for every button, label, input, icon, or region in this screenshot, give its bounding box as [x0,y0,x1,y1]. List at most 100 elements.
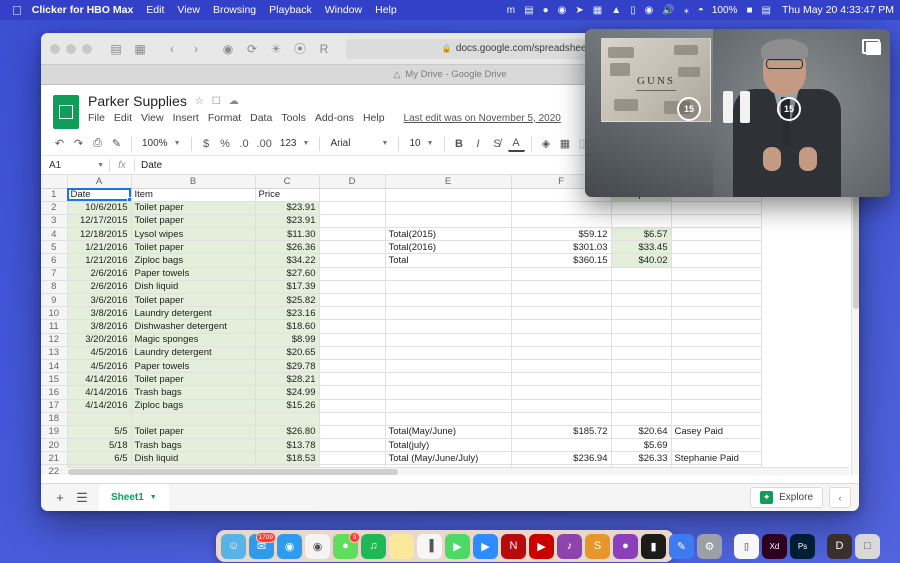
cell-F6[interactable]: $360.15 [511,254,611,267]
cell-E10[interactable] [385,307,511,320]
cell-D20[interactable] [319,439,385,452]
row-header[interactable]: 7 [41,267,67,280]
cell-E15[interactable] [385,373,511,386]
cell-A17[interactable]: 4/14/2016 [67,399,131,412]
cell-C13[interactable]: $20.65 [255,346,319,359]
cell-A13[interactable]: 4/5/2016 [67,346,131,359]
dock-item-trash[interactable]: □ [855,534,880,559]
cell-E19[interactable]: Total(May/June) [385,425,511,438]
cell-A19[interactable]: 5/5 [67,425,131,438]
cell-B3[interactable]: Toilet paper [131,214,255,227]
cell-C7[interactable]: $27.60 [255,267,319,280]
cell-A11[interactable]: 3/8/2016 [67,320,131,333]
cell-E12[interactable] [385,333,511,346]
table-row[interactable]: 210/6/2015Toilet paper$23.91 [41,201,761,214]
forward-icon[interactable]: › [186,40,206,58]
row-header[interactable]: 5 [41,241,67,254]
table-row[interactable]: 412/18/2015Lysol wipes$11.30Total(2015)$… [41,228,761,241]
table-row[interactable]: 134/5/2016Laundry detergent$20.65 [41,346,761,359]
table-row[interactable]: 174/14/2016Ziploc bags$15.26 [41,399,761,412]
bold-icon[interactable]: B [451,135,468,152]
sheets-menu-addons[interactable]: Add-ons [315,112,354,124]
row-header[interactable]: 13 [41,346,67,359]
row-header[interactable]: 15 [41,373,67,386]
cell-F15[interactable] [511,373,611,386]
explore-button[interactable]: ✦ Explore [750,487,823,508]
formula-input[interactable]: Date [135,160,162,171]
skip-back-15-button[interactable]: 15 [677,97,701,121]
table-row[interactable]: 61/21/2016Ziploc bags$34.22Total$360.15$… [41,254,761,267]
cell-H10[interactable] [671,307,761,320]
cell-H2[interactable] [671,201,761,214]
cell-B19[interactable]: Toilet paper [131,425,255,438]
cell-H7[interactable] [671,267,761,280]
cell-G20[interactable]: $5.69 [611,439,671,452]
table-row[interactable]: 123/20/2016Magic sponges$8.99 [41,333,761,346]
table-row[interactable]: 195/5Toilet paper$26.80Total(May/June)$1… [41,425,761,438]
cell-B8[interactable]: Dish liquid [131,280,255,293]
cell-A20[interactable]: 5/18 [67,439,131,452]
cell-F4[interactable]: $59.12 [511,228,611,241]
display-icon[interactable]: ▯ [630,5,636,16]
sheets-menu-insert[interactable]: Insert [173,112,199,124]
print-icon[interactable]: ⎙ [89,135,106,152]
star-icon[interactable]: ☆ [195,96,204,107]
currency-icon[interactable]: $ [198,135,215,152]
cell-A6[interactable]: 1/21/2016 [67,254,131,267]
cell-B21[interactable]: Dish liquid [131,452,255,465]
fill-color-icon[interactable]: ◈ [538,135,555,152]
table-row[interactable]: 82/6/2016Dish liquid$17.39 [41,280,761,293]
horizontal-scrollbar-thumb[interactable] [68,469,398,475]
time-machine-icon[interactable]: ◉ [645,5,654,16]
cell-G18[interactable] [611,412,671,425]
horizontal-scrollbar[interactable] [67,467,849,475]
reload-icon[interactable]: ⟳ [242,40,262,58]
cell-H8[interactable] [671,280,761,293]
cell-F11[interactable] [511,320,611,333]
vertical-scrollbar-thumb[interactable] [853,189,859,309]
cell-C19[interactable]: $26.80 [255,425,319,438]
cell-E2[interactable] [385,201,511,214]
row-header[interactable]: 22 [41,465,67,475]
column-header-e[interactable]: E [385,175,511,188]
clock-dial-icon[interactable]: ◉ [558,5,567,16]
last-edit-label[interactable]: Last edit was on November 5, 2020 [404,113,561,124]
cell-A21[interactable]: 6/5 [67,452,131,465]
minimize-window-button[interactable] [66,44,76,54]
picture-in-picture-video[interactable]: GUNS 15 15 [585,29,890,197]
cell-G21[interactable]: $26.33 [611,452,671,465]
cell-E20[interactable]: Total(july) [385,439,511,452]
cell-G9[interactable] [611,294,671,307]
column-header-c[interactable]: C [255,175,319,188]
cell-G6[interactable]: $40.02 [611,254,671,267]
row-header[interactable]: 21 [41,452,67,465]
apple-icon[interactable]:  [12,4,22,17]
menu-item-edit[interactable]: Edit [146,4,164,16]
cell-F3[interactable] [511,214,611,227]
menu-item-window[interactable]: Window [325,4,362,16]
cell-D8[interactable] [319,280,385,293]
cell-A14[interactable]: 4/5/2016 [67,359,131,372]
table-row[interactable]: 205/18Trash bags$13.78Total(july)$5.69 [41,439,761,452]
cell-D9[interactable] [319,294,385,307]
cell-A5[interactable]: 1/21/2016 [67,241,131,254]
row-header[interactable]: 1 [41,188,67,201]
sheets-menu-file[interactable]: File [88,112,105,124]
cell-E14[interactable] [385,359,511,372]
cell-H17[interactable] [671,399,761,412]
italic-icon[interactable]: I [470,135,487,152]
cell-D7[interactable] [319,267,385,280]
row-header[interactable]: 16 [41,386,67,399]
cell-G8[interactable] [611,280,671,293]
cell-H18[interactable] [671,412,761,425]
cell-B1[interactable]: Item [131,188,255,201]
cell-D1[interactable] [319,188,385,201]
cell-C14[interactable]: $29.78 [255,359,319,372]
cell-E16[interactable] [385,386,511,399]
cell-A15[interactable]: 4/14/2016 [67,373,131,386]
cell-F17[interactable] [511,399,611,412]
cell-B11[interactable]: Dishwasher detergent [131,320,255,333]
dock-item-chrome[interactable]: ◉ [305,534,330,559]
row-header[interactable]: 18 [41,412,67,425]
row-header[interactable]: 17 [41,399,67,412]
